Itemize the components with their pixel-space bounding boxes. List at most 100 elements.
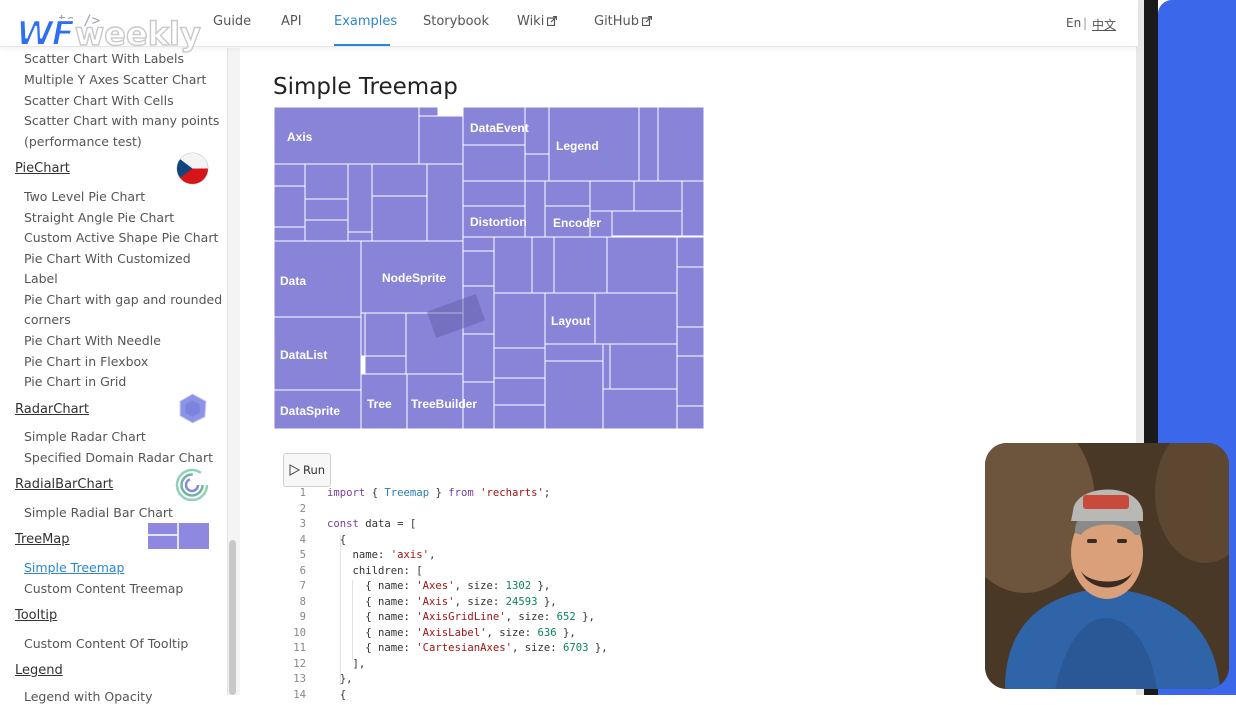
treemap-cell[interactable] <box>524 180 546 238</box>
treemap-cell[interactable] <box>589 180 635 212</box>
sidebar-category-treemap[interactable]: TreeMap <box>15 532 70 547</box>
treemap-chart[interactable]: Axis DataEvent Legend Distortion Encoder Data… <box>274 107 704 429</box>
treemap-cell[interactable] <box>544 360 604 429</box>
sidebar-item-pie-needle[interactable]: Pie Chart With Needle <box>24 333 161 349</box>
treemap-cell[interactable] <box>676 326 704 357</box>
treemap-cell[interactable] <box>606 236 678 294</box>
treemap-cell[interactable] <box>493 236 533 294</box>
treemap-cell[interactable] <box>493 377 546 406</box>
treemap-cell[interactable] <box>676 405 704 429</box>
sidebar-item-scatter-cells[interactable]: Scatter Chart With Cells <box>24 93 174 109</box>
lang-en-link[interactable]: En <box>1066 16 1081 30</box>
run-button[interactable]: Run <box>283 453 331 487</box>
code-line[interactable]: name: 'axis', <box>327 549 436 564</box>
treemap-cell[interactable] <box>274 163 306 187</box>
sidebar-category-legend[interactable]: Legend <box>15 663 63 678</box>
treemap-cell[interactable] <box>364 312 407 357</box>
treemap-cell[interactable] <box>676 266 704 328</box>
nav-examples-link[interactable]: Examples <box>334 14 397 29</box>
code-line[interactable]: { <box>327 534 346 549</box>
code-line[interactable]: import { Treemap } from 'recharts'; <box>327 487 550 502</box>
treemap-cell[interactable] <box>364 355 407 375</box>
treemap-cell[interactable] <box>462 236 495 252</box>
sidebar-item-two-level-pie[interactable]: Two Level Pie Chart <box>24 189 145 205</box>
sidebar-item-multi-y-scatter[interactable]: Multiple Y Axes Scatter Chart <box>24 72 206 88</box>
sidebar-item-scatter-many-points[interactable]: Scatter Chart with many points <box>24 113 219 129</box>
sidebar-item-pie-flexbox[interactable]: Pie Chart in Flexbox <box>24 354 148 370</box>
treemap-cell[interactable] <box>462 180 526 207</box>
treemap-cell[interactable] <box>304 163 349 200</box>
treemap-cell[interactable] <box>304 219 349 242</box>
sidebar-item-pie-customized-label[interactable]: Pie Chart With Customized <box>24 251 191 267</box>
treemap-cell[interactable] <box>462 144 526 182</box>
sidebar-item-simple-radial-bar[interactable]: Simple Radial Bar Chart <box>24 505 173 521</box>
sidebar-item-specified-domain-radar[interactable]: Specified Domain Radar Chart <box>24 450 213 466</box>
sidebar-category-piechart[interactable]: PieChart <box>15 161 70 176</box>
code-line[interactable]: { name: 'AxisLabel', size: 636 }, <box>327 627 576 642</box>
code-line[interactable]: { name: 'Axes', size: 1302 }, <box>327 580 550 595</box>
treemap-cell[interactable] <box>418 107 439 117</box>
treemap-cell[interactable] <box>493 404 546 429</box>
treemap-cell[interactable] <box>611 210 683 237</box>
nav-storybook-link[interactable]: Storybook <box>423 14 489 29</box>
treemap-cell[interactable] <box>609 343 678 390</box>
treemap-cell[interactable] <box>274 226 306 242</box>
code-line[interactable]: }, <box>327 673 353 688</box>
treemap-cell[interactable] <box>681 180 704 237</box>
sidebar-category-tooltip[interactable]: Tooltip <box>15 608 57 623</box>
nav-api-link[interactable]: API <box>281 14 302 29</box>
treemap-cell[interactable] <box>347 231 373 242</box>
treemap-cell[interactable] <box>274 185 306 228</box>
sidebar-item-pie-gap-rounded[interactable]: Pie Chart with gap and rounded <box>24 292 222 308</box>
treemap-cell[interactable] <box>371 195 428 242</box>
treemap-cell[interactable] <box>360 312 366 357</box>
treemap-cell[interactable] <box>638 107 659 182</box>
sidebar-item-pie-gap-rounded-cont[interactable]: corners <box>24 312 71 328</box>
sidebar-category-radialbarchart[interactable]: RadialBarChart <box>15 477 113 492</box>
code-line[interactable]: children: [ <box>327 565 423 580</box>
treemap-cell[interactable] <box>594 292 678 345</box>
treemap-cell[interactable] <box>493 347 546 379</box>
treemap-cell[interactable] <box>426 163 464 242</box>
treemap-cell[interactable] <box>544 180 591 207</box>
treemap-cell[interactable] <box>544 343 607 362</box>
treemap-cell[interactable] <box>347 163 373 233</box>
treemap-cell[interactable] <box>462 333 495 383</box>
nav-guide-link[interactable]: Guide <box>213 14 251 29</box>
nav-wiki-link[interactable]: Wiki <box>517 14 558 29</box>
sidebar-item-legend-opacity[interactable]: Legend with Opacity <box>24 689 152 705</box>
treemap-cell[interactable] <box>493 292 546 349</box>
sidebar-item-scatter-many-points-cont[interactable]: (performance test) <box>24 134 142 150</box>
treemap-cell[interactable] <box>371 163 428 197</box>
sidebar-item-simple-radar[interactable]: Simple Radar Chart <box>24 429 146 445</box>
treemap-cell[interactable] <box>657 107 704 182</box>
code-line[interactable]: const data = [ <box>327 518 416 533</box>
sidebar-item-custom-content-tooltip[interactable]: Custom Content Of Tooltip <box>24 636 188 652</box>
sidebar-item-straight-angle-pie[interactable]: Straight Angle Pie Chart <box>24 210 174 226</box>
code-line[interactable]: ], <box>327 658 366 673</box>
treemap-cell[interactable] <box>676 355 704 407</box>
sidebar-item-pie-grid[interactable]: Pie Chart in Grid <box>24 374 126 390</box>
treemap-cell[interactable] <box>462 250 495 287</box>
code-line[interactable]: { <box>327 689 346 704</box>
treemap-cell[interactable] <box>531 236 555 294</box>
code-line-number: 2 <box>299 502 306 515</box>
treemap-cell[interactable] <box>524 153 550 182</box>
lang-zh-link[interactable]: 中文 <box>1092 16 1116 33</box>
treemap-cell[interactable] <box>553 236 608 294</box>
sidebar-item-pie-customized-label-cont[interactable]: Label <box>24 271 58 287</box>
treemap-cell[interactable] <box>602 388 678 429</box>
nav-github-link[interactable]: GitHub <box>594 14 653 29</box>
treemap-cell[interactable] <box>602 343 611 390</box>
treemap-cell[interactable] <box>418 115 464 165</box>
code-line[interactable]: { name: 'CartesianAxes', size: 6703 }, <box>327 642 607 657</box>
sidebar-item-simple-treemap[interactable]: Simple Treemap <box>24 560 124 576</box>
code-line[interactable]: { name: 'Axis', size: 24593 }, <box>327 596 556 611</box>
treemap-cell[interactable] <box>676 236 704 268</box>
sidebar-scrollbar-thumb[interactable] <box>229 540 236 695</box>
code-line[interactable]: { name: 'AxisGridLine', size: 652 }, <box>327 611 595 626</box>
treemap-cell[interactable] <box>304 198 349 221</box>
sidebar-category-radarchart[interactable]: RadarChart <box>15 402 89 417</box>
sidebar-item-custom-active-shape-pie[interactable]: Custom Active Shape Pie Chart <box>24 230 218 246</box>
sidebar-item-custom-content-treemap[interactable]: Custom Content Treemap <box>24 581 183 597</box>
